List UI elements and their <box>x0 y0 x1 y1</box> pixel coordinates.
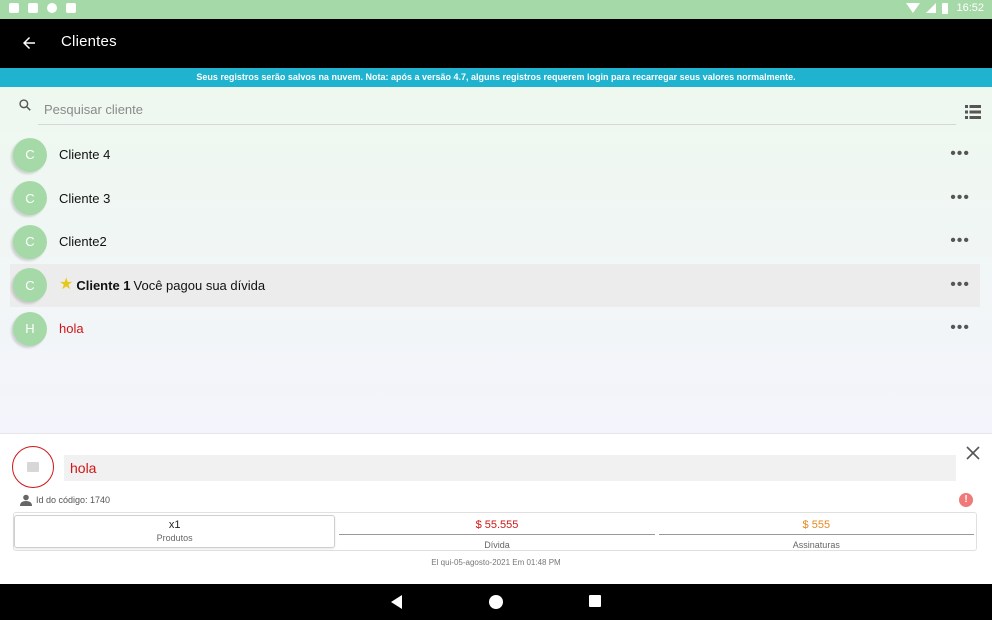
arrow-back-icon[interactable] <box>20 34 38 52</box>
avatar: C <box>13 224 47 259</box>
avatar: C <box>13 268 47 303</box>
client-list-area: C Cliente 4 ••• C Cliente 3 ••• C Client… <box>0 87 992 434</box>
client-name-field[interactable]: hola <box>64 455 956 481</box>
search-icon <box>19 99 31 111</box>
alert-icon[interactable]: ! <box>959 493 973 507</box>
client-id-row: Id do código: 1740 <box>20 494 110 506</box>
subscriptions-label: Assinaturas <box>792 540 840 550</box>
last-updated-date: El qui-05-agosto-2021 Em 01:48 PM <box>431 558 561 567</box>
avatar: C <box>13 181 47 216</box>
client-row[interactable]: C Cliente2 ••• <box>10 220 980 264</box>
client-name: Cliente 4 <box>59 147 111 163</box>
nav-recents-icon[interactable] <box>589 595 601 607</box>
more-options-icon[interactable]: ••• <box>950 145 970 163</box>
more-options-icon[interactable]: ••• <box>950 232 970 250</box>
signal-icon <box>926 3 937 13</box>
products-stat[interactable]: x1 Produtos <box>14 515 336 548</box>
client-row[interactable]: H hola ••• <box>10 307 980 351</box>
mail-icon <box>28 3 38 13</box>
avatar: C <box>13 137 47 172</box>
cloud-notice-banner: Seus registros serão salvos na nuvem. No… <box>0 68 992 87</box>
client-stats: x1 Produtos $ 55.555 Dívida $ 555 Assina… <box>13 512 977 551</box>
client-id-label: Id do código: 1740 <box>36 495 111 505</box>
debt-value: $ 55.555 <box>475 519 519 531</box>
notification-icons <box>9 3 76 13</box>
app-notification-icon <box>9 3 19 13</box>
debt-stat[interactable]: $ 55.555 Dívida <box>337 513 656 550</box>
list-view-icon[interactable] <box>965 105 981 119</box>
sd-card-icon <box>66 3 76 13</box>
subscriptions-value: $ 555 <box>802 519 831 531</box>
client-name: hola <box>59 321 84 337</box>
status-time: 16:52 <box>956 2 984 14</box>
status-bar: 16:52 <box>0 0 992 19</box>
page-title: Clientes <box>61 33 117 50</box>
search-input[interactable] <box>38 95 956 125</box>
system-nav-bar <box>0 584 992 620</box>
app-bar: Clientes <box>0 19 992 68</box>
debt-label: Dívida <box>484 540 510 550</box>
close-icon[interactable] <box>966 446 980 460</box>
client-detail-panel: hola Id do código: 1740 ! x1 Produtos $ … <box>0 433 992 584</box>
more-options-icon[interactable]: ••• <box>950 276 970 294</box>
client-name: Cliente 1 <box>76 277 131 293</box>
products-label: Produtos <box>156 533 193 543</box>
client-row[interactable]: C Cliente 3 ••• <box>10 177 980 221</box>
client-photo-button[interactable] <box>12 446 54 488</box>
person-icon <box>20 494 32 506</box>
divider <box>339 534 655 535</box>
wifi-icon <box>906 3 921 13</box>
image-placeholder-icon <box>27 462 39 472</box>
divider <box>658 534 974 535</box>
client-list: C Cliente 4 ••• C Cliente 3 ••• C Client… <box>10 133 980 351</box>
client-row-selected[interactable]: C ★ Cliente 1 Você pagou sua dívida ••• <box>10 263 980 307</box>
more-options-icon[interactable]: ••• <box>950 319 970 337</box>
client-status-note: Você pagou sua dívida <box>133 277 266 293</box>
products-value: x1 <box>168 519 181 531</box>
client-name: Cliente2 <box>59 234 107 250</box>
battery-icon <box>942 2 949 14</box>
sync-icon <box>47 3 57 13</box>
star-icon: ★ <box>59 276 74 294</box>
client-name: Cliente 3 <box>59 190 111 206</box>
avatar: H <box>13 311 47 346</box>
client-row[interactable]: C Cliente 4 ••• <box>10 133 980 177</box>
nav-back-icon[interactable] <box>391 595 402 609</box>
subscriptions-stat[interactable]: $ 555 Assinaturas <box>657 513 976 550</box>
more-options-icon[interactable]: ••• <box>950 189 970 207</box>
search-bar <box>0 87 992 131</box>
nav-home-icon[interactable] <box>489 595 503 609</box>
